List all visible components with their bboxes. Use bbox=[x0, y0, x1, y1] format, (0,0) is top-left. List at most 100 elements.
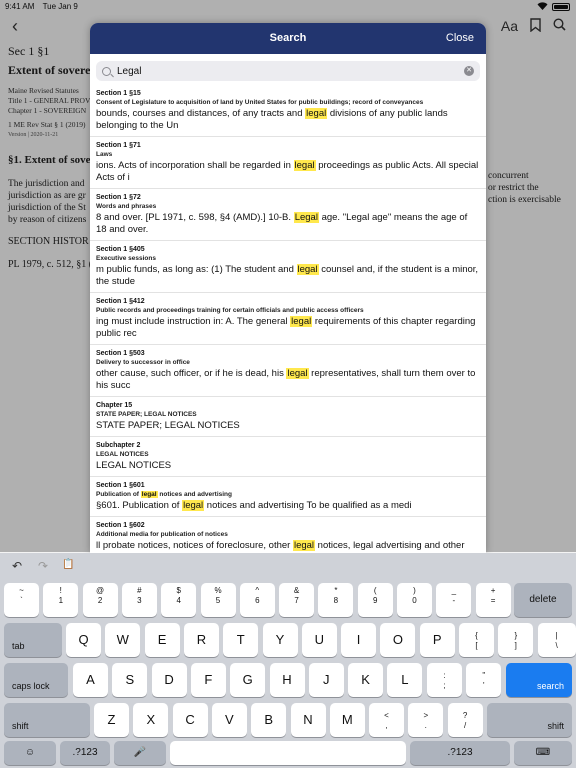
numbers-key-right[interactable]: .?123 bbox=[410, 741, 510, 765]
key[interactable]: >. bbox=[408, 703, 444, 737]
key-l[interactable]: L bbox=[387, 663, 423, 697]
key[interactable]: ! 1 bbox=[43, 583, 79, 617]
result-snippet-part: bounds, courses and distances, of any tr… bbox=[96, 108, 306, 119]
key-v[interactable]: V bbox=[211, 703, 247, 737]
left-shift-key[interactable]: shift bbox=[4, 703, 90, 737]
key-i[interactable]: I bbox=[341, 623, 377, 657]
result-snippet: ing must include instruction in: A. The … bbox=[96, 316, 480, 340]
key[interactable]: }] bbox=[498, 623, 534, 657]
key[interactable]: (9 bbox=[357, 583, 393, 617]
tab-key[interactable]: tab bbox=[4, 623, 62, 657]
key-symbol: 1 bbox=[58, 596, 64, 605]
key-j[interactable]: J bbox=[308, 663, 344, 697]
key[interactable]: % 5 bbox=[200, 583, 236, 617]
result-snippet: bounds, courses and distances, of any tr… bbox=[96, 108, 480, 132]
key-symbol: 4 bbox=[176, 596, 181, 605]
key[interactable]: & 7 bbox=[279, 583, 315, 617]
key-z[interactable]: Z bbox=[94, 703, 129, 737]
key[interactable]: :; bbox=[427, 663, 462, 697]
key-symbol: ' bbox=[483, 681, 485, 690]
result-highlight: legal bbox=[140, 491, 158, 498]
result-snippet-part: 8 and over. [PL 1971, c. 598, §4 (AMD).]… bbox=[96, 212, 294, 223]
result-title: STATE PAPER; LEGAL NOTICES bbox=[96, 411, 197, 418]
key-symbol: 2 bbox=[97, 596, 103, 605]
key[interactable]: ? / bbox=[447, 703, 483, 737]
search-result-item[interactable]: Section 1 §412 Public records and proceed… bbox=[90, 292, 486, 344]
search-row: Legal ✕ bbox=[90, 54, 486, 86]
key-s[interactable]: S bbox=[112, 663, 148, 697]
search-result-item[interactable]: Section 1 §405 Executive sessions m public… bbox=[90, 240, 486, 292]
numbers-key-left[interactable]: .?123 bbox=[60, 741, 110, 765]
key-g[interactable]: G bbox=[230, 663, 266, 697]
key-r[interactable]: R bbox=[183, 623, 219, 657]
key[interactable]: ~ ` bbox=[4, 583, 39, 617]
search-result-item[interactable]: Section 1 §71 Laws ions. Acts of incorpora… bbox=[90, 136, 486, 188]
key-o[interactable]: O bbox=[380, 623, 416, 657]
key[interactable]: ^ 6 bbox=[239, 583, 275, 617]
result-highlight: legal bbox=[293, 160, 316, 171]
key-h[interactable]: H bbox=[269, 663, 305, 697]
key-w[interactable]: W bbox=[105, 623, 141, 657]
result-title: Consent of Legislature to acquisition of… bbox=[96, 99, 424, 106]
key[interactable]: | \ bbox=[537, 623, 576, 657]
key-p[interactable]: P bbox=[419, 623, 455, 657]
result-section: Chapter 15 bbox=[96, 402, 133, 409]
result-snippet-part: ing must include instruction in: A. The … bbox=[96, 316, 291, 327]
undo-icon[interactable]: ↶ bbox=[12, 559, 22, 573]
key-c[interactable]: C bbox=[172, 703, 208, 737]
key-q[interactable]: Q bbox=[66, 623, 101, 657]
key-k[interactable]: K bbox=[348, 663, 384, 697]
delete-key[interactable]: delete bbox=[514, 583, 572, 617]
result-snippet-part: STATE PAPER; LEGAL NOTICES bbox=[96, 420, 240, 431]
caps-lock-key[interactable]: caps lock bbox=[4, 663, 68, 697]
search-key[interactable]: search bbox=[506, 663, 572, 697]
emoji-key[interactable]: ☺ bbox=[4, 741, 56, 765]
search-result-item[interactable]: Section 1 §15 Consent of Legislature to a… bbox=[90, 85, 486, 136]
key[interactable]: $4 bbox=[161, 583, 197, 617]
key[interactable]: @2 bbox=[82, 583, 118, 617]
result-snippet-part: ions. Acts of incorporation shall be reg… bbox=[96, 160, 294, 171]
key[interactable]: _ - bbox=[436, 583, 472, 617]
result-snippet-part: other cause, such officer, or if he is d… bbox=[96, 368, 287, 379]
search-result-item[interactable]: Subchapter 2 LEGAL NOTICES LEGAL NOTICES bbox=[90, 436, 486, 476]
key-b[interactable]: B bbox=[251, 703, 287, 737]
key-symbol: 5 bbox=[215, 596, 221, 605]
key-x[interactable]: X bbox=[133, 703, 169, 737]
key-t[interactable]: T bbox=[223, 623, 259, 657]
key-m[interactable]: M bbox=[329, 703, 365, 737]
key[interactable]: {[ bbox=[459, 623, 494, 657]
result-section: Subchapter 2 bbox=[96, 442, 141, 449]
keyboard-toolbar: ↶ ↷ 📋 bbox=[0, 553, 576, 581]
redo-icon[interactable]: ↷ bbox=[38, 559, 48, 573]
key-u[interactable]: U bbox=[301, 623, 337, 657]
key-y[interactable]: Y bbox=[262, 623, 298, 657]
search-result-item[interactable]: Section 1 §601 Publication of legal notic… bbox=[90, 476, 486, 516]
result-section: Section 1 §601 bbox=[96, 482, 145, 489]
key[interactable]: " ' bbox=[466, 663, 502, 697]
close-button[interactable]: Close bbox=[446, 32, 474, 44]
search-input[interactable]: Legal ✕ bbox=[96, 61, 480, 81]
key-shift-symbol: { bbox=[475, 631, 478, 640]
key-f[interactable]: F bbox=[190, 663, 226, 697]
right-shift-key[interactable]: shift bbox=[487, 703, 572, 737]
key-e[interactable]: E bbox=[144, 623, 180, 657]
key[interactable]: * 8 bbox=[318, 583, 354, 617]
key[interactable]: <, bbox=[369, 703, 404, 737]
key[interactable]: + = bbox=[475, 583, 511, 617]
key-symbol: \ bbox=[555, 641, 558, 650]
key[interactable]: ) 0 bbox=[397, 583, 432, 617]
key-n[interactable]: N bbox=[290, 703, 326, 737]
paste-icon[interactable]: 📋 bbox=[62, 559, 74, 570]
key-a[interactable]: A bbox=[73, 663, 108, 697]
key-symbol: [ bbox=[475, 641, 478, 650]
search-result-item[interactable]: Section 1 §72 Words and phrases 8 and over… bbox=[90, 188, 486, 240]
search-result-item[interactable]: Section 1 §602 Additional media for publi… bbox=[90, 516, 486, 553]
hide-keyboard-key[interactable]: ⌨ bbox=[514, 741, 572, 765]
clear-icon[interactable]: ✕ bbox=[464, 66, 474, 76]
space-bar[interactable] bbox=[170, 741, 406, 765]
search-result-item[interactable]: Chapter 15 STATE PAPER; LEGAL NOTICES STAT… bbox=[90, 396, 486, 436]
dictation-key[interactable]: 🎤 bbox=[114, 741, 166, 765]
key-d[interactable]: D bbox=[151, 663, 187, 697]
key[interactable]: #3 bbox=[121, 583, 157, 617]
search-result-item[interactable]: Section 1 §503 Delivery to successor in o… bbox=[90, 344, 486, 396]
